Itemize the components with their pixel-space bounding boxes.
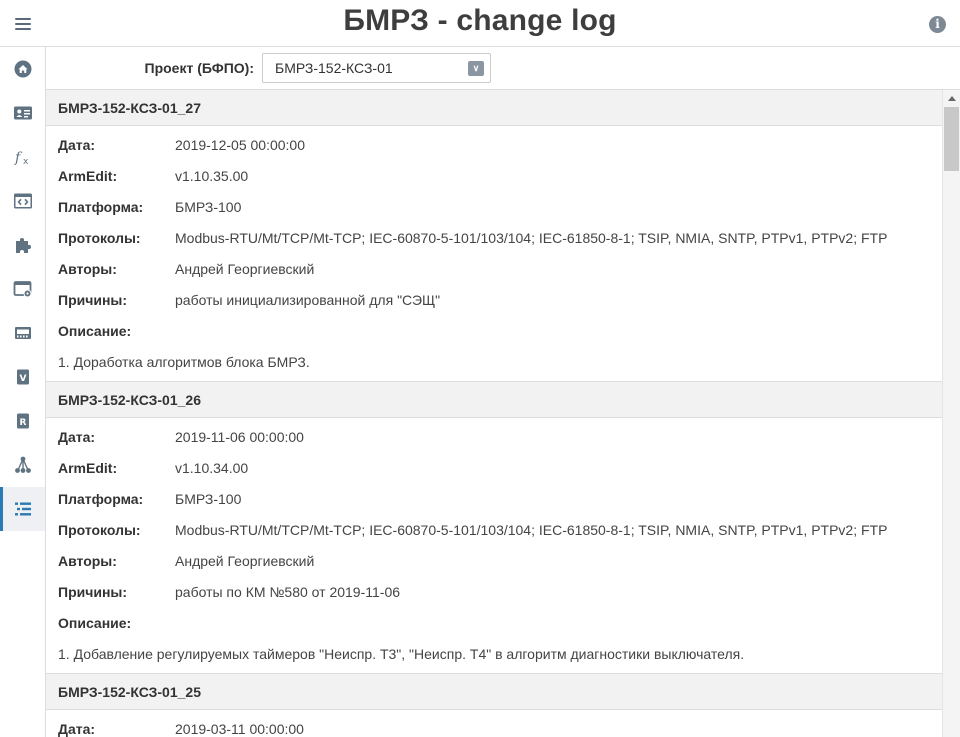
authors-label: Авторы: xyxy=(58,260,117,277)
date-value: 2019-12-05 00:00:00 xyxy=(175,136,305,153)
sidebar-item-network[interactable] xyxy=(0,443,45,487)
info-icon[interactable]: i xyxy=(929,16,946,33)
protocols-value: Modbus-RTU/Mt/TCP/Mt-TCP; IEC-60870-5-10… xyxy=(175,521,888,538)
project-select[interactable]: БМРЗ-152-КСЗ-01 ∨ xyxy=(262,53,491,83)
date-row: Дата: 2019-11-06 00:00:00 xyxy=(46,421,942,452)
platform-label: Платформа: xyxy=(58,490,144,507)
svg-text:f: f xyxy=(14,150,23,166)
protocols-label: Протоколы: xyxy=(58,229,141,246)
reasons-value: работы по КМ №580 от 2019-11-06 xyxy=(175,583,401,600)
menu-line xyxy=(15,22,31,25)
reasons-value: работы инициализированной для "СЭЩ" xyxy=(175,291,441,308)
entry-body: Дата: 2019-03-11 00:00:00 xyxy=(46,710,942,737)
sidebar-item-id-card[interactable] xyxy=(0,91,45,135)
scroll-thumb[interactable] xyxy=(944,107,959,171)
sidebar-item-plugins[interactable] xyxy=(0,223,45,267)
reasons-label: Причины: xyxy=(58,583,128,600)
project-filter: Проект (БФПО): БМРЗ-152-КСЗ-01 ∨ xyxy=(46,47,960,90)
puzzle-icon xyxy=(15,238,31,253)
scroll-up-arrow-icon[interactable] xyxy=(943,90,960,106)
sidebar-item-code[interactable] xyxy=(0,179,45,223)
date-row: Дата: 2019-12-05 00:00:00 xyxy=(46,129,942,160)
armedit-value: v1.10.35.00 xyxy=(175,167,249,184)
date-value: 2019-11-06 00:00:00 xyxy=(175,428,304,445)
armedit-label: ArmEdit: xyxy=(58,167,118,184)
svg-text:V: V xyxy=(19,374,26,384)
sidebar-item-home[interactable] xyxy=(0,47,45,91)
project-select-value: БМРЗ-152-КСЗ-01 xyxy=(275,60,393,76)
vertical-scrollbar[interactable] xyxy=(942,90,960,737)
armedit-row: ArmEdit: v1.10.34.00 xyxy=(46,452,942,483)
svg-text:R: R xyxy=(19,418,26,428)
entry-header[interactable]: БМРЗ-152-КСЗ-01_26 xyxy=(46,382,942,418)
menu-line xyxy=(15,17,31,20)
top-bar: БМРЗ - change log i xyxy=(0,0,960,47)
sidebar-item-v[interactable]: V xyxy=(0,355,45,399)
protocols-row: Протоколы: Modbus-RTU/Mt/TCP/Mt-TCP; IEC-… xyxy=(46,222,942,253)
sidebar-item-hardware[interactable] xyxy=(0,311,45,355)
entry-header[interactable]: БМРЗ-152-КСЗ-01_27 xyxy=(46,90,942,126)
project-label: Проект (БФПО): xyxy=(144,60,254,76)
main-content: Проект (БФПО): БМРЗ-152-КСЗ-01 ∨ БМРЗ-15… xyxy=(46,47,960,737)
id-card-icon xyxy=(13,106,32,120)
home-icon xyxy=(14,60,31,78)
date-label: Дата: xyxy=(58,428,96,445)
protocols-value: Modbus-RTU/Mt/TCP/Mt-TCP; IEC-60870-5-10… xyxy=(175,229,888,246)
entry-header[interactable]: БМРЗ-152-КСЗ-01_25 xyxy=(46,674,942,710)
sidebar-item-r[interactable]: R xyxy=(0,399,45,443)
authors-row: Авторы: Андрей Георгиевский xyxy=(46,545,942,576)
up-triangle xyxy=(947,95,956,101)
reasons-row: Причины: работы инициализированной для "С… xyxy=(46,284,942,315)
page-title: БМРЗ - change log xyxy=(343,4,617,37)
protocols-row: Протоколы: Modbus-RTU/Mt/TCP/Mt-TCP; IEC-… xyxy=(46,514,942,545)
svg-text:x: x xyxy=(23,157,29,167)
armedit-label: ArmEdit: xyxy=(58,459,118,476)
armedit-value: v1.10.34.00 xyxy=(175,459,249,476)
v-badge-icon: V xyxy=(16,369,29,385)
board-icon xyxy=(14,327,31,339)
authors-value: Андрей Георгиевский xyxy=(175,260,315,277)
platform-row: Платформа: БМРЗ-100 xyxy=(46,191,942,222)
date-value: 2019-03-11 00:00:00 xyxy=(175,720,304,737)
platform-row: Платформа: БМРЗ-100 xyxy=(46,483,942,514)
reasons-row: Причины: работы по КМ №580 от 2019-11-06 xyxy=(46,576,942,607)
chevron-down-icon[interactable]: ∨ xyxy=(468,61,484,76)
description-row: Описание: xyxy=(46,607,942,638)
date-label: Дата: xyxy=(58,720,96,737)
code-window-icon xyxy=(13,193,32,209)
sidebar-item-window-settings[interactable] xyxy=(0,267,45,311)
description-row: Описание: xyxy=(46,315,942,346)
armedit-row: ArmEdit: v1.10.35.00 xyxy=(46,160,942,191)
sidebar-item-change-log[interactable] xyxy=(0,487,45,531)
changelog-list: БМРЗ-152-КСЗ-01_27 Дата: 2019-12-05 00:00… xyxy=(46,90,942,737)
platform-value: БМРЗ-100 xyxy=(175,490,242,507)
entry-body: Дата: 2019-11-06 00:00:00 ArmEdit: v1.10.3… xyxy=(46,418,942,674)
platform-value: БМРЗ-100 xyxy=(175,198,242,215)
date-label: Дата: xyxy=(58,136,96,153)
entry-body: Дата: 2019-12-05 00:00:00 ArmEdit: v1.10.3… xyxy=(46,126,942,382)
description-label: Описание: xyxy=(58,614,132,631)
description-label: Описание: xyxy=(58,322,132,339)
authors-row: Авторы: Андрей Георгиевский xyxy=(46,253,942,284)
network-icon xyxy=(14,456,31,473)
menu-line xyxy=(15,27,31,30)
list-icon xyxy=(14,502,31,516)
protocols-label: Протоколы: xyxy=(58,521,141,538)
description-text: 1. Доработка алгоритмов блока БМРЗ. xyxy=(58,353,310,370)
reasons-label: Причины: xyxy=(58,291,128,308)
description-text: 1. Добавление регулируемых таймеров "Неи… xyxy=(58,645,745,662)
authors-value: Андрей Георгиевский xyxy=(175,552,315,569)
window-gear-icon xyxy=(13,281,31,298)
date-row: Дата: 2019-03-11 00:00:00 xyxy=(46,713,942,737)
hamburger-menu-icon[interactable] xyxy=(0,0,46,47)
sidebar: fx V R xyxy=(0,47,46,737)
r-badge-icon: R xyxy=(16,413,29,429)
platform-label: Платформа: xyxy=(58,198,144,215)
function-icon: fx xyxy=(14,150,29,167)
sidebar-item-functions[interactable]: fx xyxy=(0,135,45,179)
authors-label: Авторы: xyxy=(58,552,117,569)
